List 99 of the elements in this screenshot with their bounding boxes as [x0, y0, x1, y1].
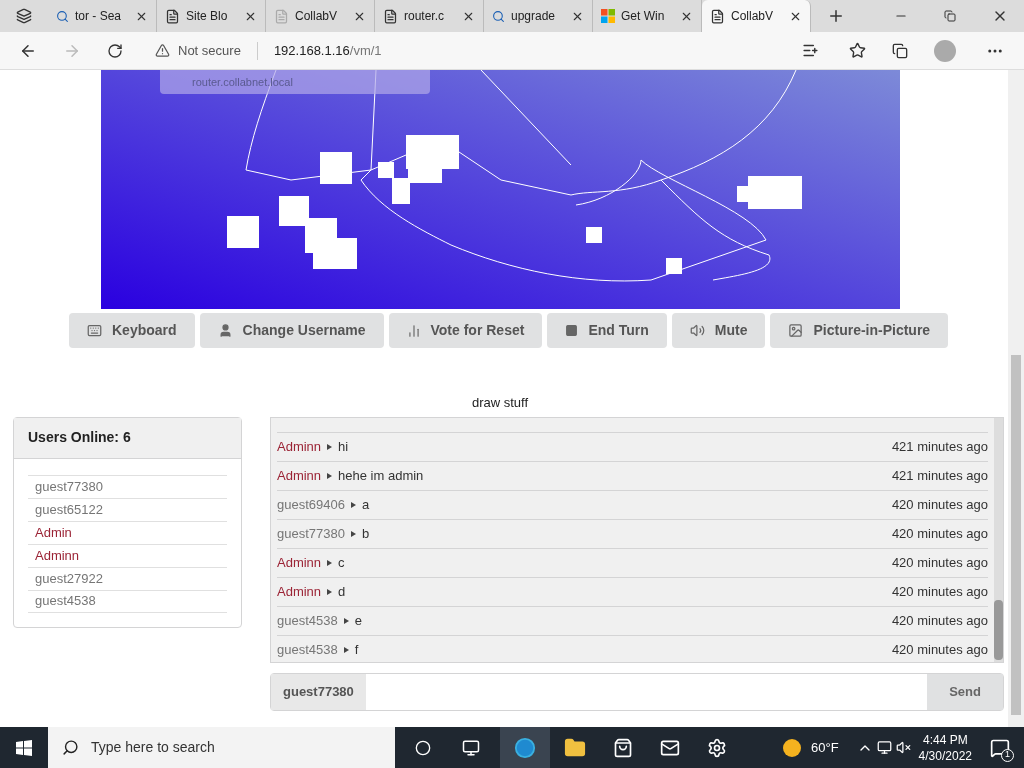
toolbar-button[interactable]: Change Username: [199, 313, 384, 348]
chat-message: c: [338, 553, 345, 572]
search-icon: [492, 9, 505, 23]
chat-message: f: [354, 640, 359, 659]
caret-icon: [350, 501, 356, 508]
speaker-muted-icon[interactable]: [895, 740, 911, 755]
stop-icon: [565, 324, 579, 337]
caret-icon: [343, 617, 349, 624]
chat-message: e: [354, 611, 362, 630]
weather-temperature[interactable]: 60°F: [811, 737, 839, 758]
user-name[interactable]: Adminn: [35, 545, 80, 566]
caret-icon: [350, 530, 356, 537]
toolbar-button[interactable]: Mute: [671, 313, 766, 348]
caret-icon: [327, 559, 333, 566]
search-placeholder: Type here to search: [91, 738, 215, 757]
page-icon: [710, 8, 725, 24]
page-icon: [165, 8, 180, 24]
message-time: 420 minutes ago: [891, 640, 988, 659]
add-favorite-icon[interactable]: [802, 42, 819, 59]
caret-icon: [343, 646, 349, 653]
cortana-icon[interactable]: [415, 739, 431, 756]
address-bar-url[interactable]: 192.168.1.16/vm/1: [273, 40, 382, 61]
taskbar-search-field[interactable]: Type here to search: [48, 727, 395, 768]
search-icon: [56, 9, 69, 23]
browser-icon[interactable]: [514, 736, 536, 759]
user-icon: [217, 323, 233, 338]
reload-icon[interactable]: [107, 42, 123, 59]
message-time: 420 minutes ago: [891, 553, 988, 572]
scrollbar[interactable]: [994, 417, 1003, 662]
tab-actions-icon[interactable]: [16, 8, 32, 24]
keyboard-icon: [87, 323, 102, 338]
tooltip-url: router.collabnet.local: [192, 74, 293, 90]
chat-username[interactable]: guest4538: [277, 610, 338, 631]
clock-date[interactable]: 4/30/2022: [918, 747, 972, 764]
vm-screen-drawing[interactable]: [100, 70, 900, 309]
restore-icon[interactable]: [944, 10, 956, 22]
settings-icon[interactable]: [707, 737, 727, 758]
chat-username[interactable]: guest4538: [277, 639, 338, 660]
folder-icon[interactable]: [564, 736, 586, 759]
new-tab-icon[interactable]: [827, 7, 845, 25]
toolbar-button[interactable]: End Turn: [547, 313, 667, 348]
chat-message: d: [338, 582, 346, 601]
tab-title: CollabV: [295, 8, 338, 25]
message-time: 420 minutes ago: [891, 524, 988, 543]
favorites-icon[interactable]: [849, 42, 866, 59]
chat-username[interactable]: guest77380: [277, 523, 345, 544]
task-view-icon[interactable]: [462, 738, 480, 757]
chat-message: hi: [338, 437, 349, 456]
message-time: 421 minutes ago: [891, 466, 988, 485]
user-name[interactable]: Admin: [35, 522, 72, 543]
user-name[interactable]: guest65122: [35, 499, 103, 520]
caret-icon: [327, 443, 333, 450]
warning-icon: [155, 43, 170, 58]
chat-message: a: [361, 495, 370, 514]
toolbar-button[interactable]: Vote for Reset: [388, 313, 543, 348]
browser-tab[interactable]: CollabV: [702, 0, 811, 32]
user-name[interactable]: guest27922: [35, 568, 103, 589]
clock-time[interactable]: 4:44 PM: [922, 731, 968, 748]
message-time: 421 minutes ago: [891, 437, 988, 456]
picture-icon: [788, 323, 804, 338]
chat-message: b: [361, 524, 370, 543]
chat-username[interactable]: Adminn: [277, 436, 322, 457]
store-icon[interactable]: [613, 737, 633, 758]
notification-icon[interactable]: [990, 737, 1010, 758]
tab-title: upgrade: [511, 8, 556, 25]
page-scrollbar[interactable]: [1008, 70, 1024, 727]
chat-username[interactable]: Adminn: [277, 465, 322, 486]
chart-icon: [406, 323, 421, 338]
notification-count: 1: [1001, 748, 1014, 762]
tab-title: router.c: [404, 8, 445, 25]
user-name[interactable]: guest4538: [35, 591, 96, 611]
user-name[interactable]: guest77380: [35, 476, 103, 497]
search-icon: [62, 739, 79, 756]
users-online-title: Users Online: 6: [28, 428, 131, 447]
chat-username[interactable]: Adminn: [277, 581, 322, 602]
chat-message: hehe im admin: [338, 466, 424, 485]
message-time: 420 minutes ago: [891, 582, 988, 601]
security-label[interactable]: Not secure: [178, 40, 241, 61]
tab-title: Get Win: [621, 8, 665, 25]
network-icon[interactable]: [876, 740, 892, 755]
message-time: 420 minutes ago: [891, 495, 988, 514]
vm-title: draw stuff: [471, 394, 529, 412]
page-icon: [383, 8, 398, 24]
caret-icon: [327, 588, 333, 595]
toolbar-button[interactable]: Picture-in-Picture: [770, 313, 949, 348]
sun-icon[interactable]: [783, 738, 801, 757]
tab-title: Site Blo: [186, 8, 228, 25]
toolbar-button[interactable]: Keyboard: [69, 313, 195, 348]
collections-icon[interactable]: [892, 42, 908, 59]
page-icon: [274, 8, 289, 24]
caret-icon: [327, 472, 333, 479]
tab-title: tor - Sea: [75, 8, 122, 25]
speaker-icon: [689, 323, 705, 338]
tab-title: CollabV: [731, 8, 774, 25]
start-icon[interactable]: [16, 739, 32, 756]
windows-logo-icon: [601, 9, 615, 23]
chat-username[interactable]: Adminn: [277, 552, 322, 573]
message-time: 420 minutes ago: [891, 611, 988, 630]
chat-username[interactable]: guest69406: [277, 494, 345, 515]
